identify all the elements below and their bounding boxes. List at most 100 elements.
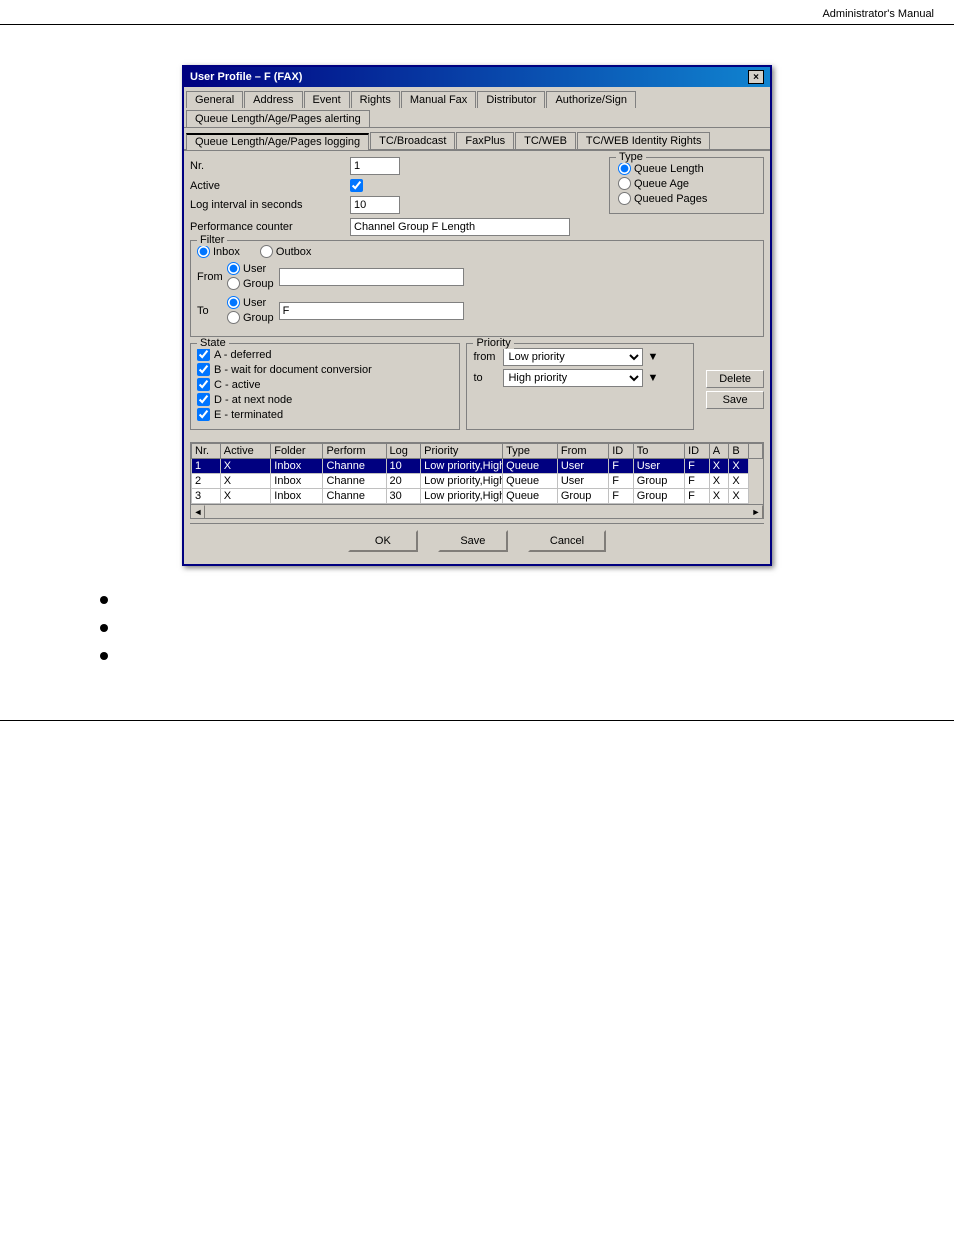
type-queued-pages-radio[interactable] bbox=[618, 192, 631, 205]
tab-general[interactable]: General bbox=[186, 91, 243, 108]
state-d-checkbox[interactable] bbox=[197, 393, 210, 406]
page-footer bbox=[0, 720, 954, 721]
from-group-radio[interactable] bbox=[227, 277, 240, 290]
type-queue-age-radio[interactable] bbox=[618, 177, 631, 190]
priority-title: Priority bbox=[473, 337, 513, 349]
cell-priority: Low priority,High bbox=[421, 489, 503, 504]
action-buttons: Delete Save bbox=[700, 343, 764, 436]
cancel-button[interactable]: Cancel bbox=[528, 530, 606, 552]
table-scrollbar-h[interactable]: ◄ ► bbox=[191, 504, 763, 518]
state-e-checkbox[interactable] bbox=[197, 408, 210, 421]
from-group-row: Group bbox=[227, 277, 274, 290]
priority-from-row: from Low priority Medium priority High p… bbox=[473, 348, 687, 366]
cell-a: X bbox=[709, 474, 729, 489]
tab-rights[interactable]: Rights bbox=[351, 91, 400, 108]
tab-queue-logging[interactable]: Queue Length/Age/Pages logging bbox=[186, 133, 369, 150]
table-row[interactable]: 1 X Inbox Channe 10 Low priority,High Qu… bbox=[192, 459, 763, 474]
ok-button[interactable]: OK bbox=[348, 530, 418, 552]
active-checkbox[interactable] bbox=[350, 179, 363, 192]
dialog-body: Nr. Active Log interval in seconds Perfo… bbox=[184, 151, 770, 564]
type-queue-length-label: Queue Length bbox=[634, 163, 704, 175]
from-user-radio[interactable] bbox=[227, 262, 240, 275]
type-queue-length-radio[interactable] bbox=[618, 162, 631, 175]
bullet-dot-2 bbox=[100, 624, 108, 632]
tab-tcweb[interactable]: TC/WEB bbox=[515, 132, 576, 149]
scroll-left-btn[interactable]: ◄ bbox=[191, 505, 205, 519]
inbox-radio[interactable] bbox=[197, 245, 210, 258]
page-header: Administrator's Manual bbox=[0, 0, 954, 25]
state-d-row: D - at next node bbox=[197, 393, 453, 406]
priority-to-select[interactable]: Low priority Medium priority High priori… bbox=[503, 369, 643, 387]
cell-type: Queue bbox=[503, 474, 558, 489]
table-scroll[interactable]: Nr. Active Folder Perform Log Priority T… bbox=[191, 443, 763, 504]
nr-label: Nr. bbox=[190, 160, 350, 172]
state-c-checkbox[interactable] bbox=[197, 378, 210, 391]
state-b-checkbox[interactable] bbox=[197, 363, 210, 376]
from-user-row: User bbox=[227, 262, 274, 275]
priority-from-select[interactable]: Low priority Medium priority High priori… bbox=[503, 348, 643, 366]
from-row: From User Group bbox=[197, 262, 757, 292]
tab-row-1: General Address Event Rights Manual Fax … bbox=[184, 87, 770, 128]
tab-event[interactable]: Event bbox=[304, 91, 350, 108]
tab-tcweb-identity[interactable]: TC/WEB Identity Rights bbox=[577, 132, 711, 149]
cell-id-to: F bbox=[685, 489, 710, 504]
to-group-label: Group bbox=[243, 312, 274, 324]
delete-button[interactable]: Delete bbox=[706, 370, 764, 388]
table-row[interactable]: 2 X Inbox Channe 20 Low priority,High Qu… bbox=[192, 474, 763, 489]
table-row[interactable]: 3 X Inbox Channe 30 Low priority,High Qu… bbox=[192, 489, 763, 504]
cell-to: Group bbox=[633, 489, 684, 504]
cell-type: Queue bbox=[503, 459, 558, 474]
col-id-to: ID bbox=[685, 444, 710, 459]
to-user-label: User bbox=[243, 297, 266, 309]
save-right-button[interactable]: Save bbox=[706, 391, 764, 409]
to-value-input[interactable] bbox=[279, 302, 464, 320]
nr-input[interactable] bbox=[350, 157, 400, 175]
tab-authorize-sign[interactable]: Authorize/Sign bbox=[546, 91, 636, 108]
priority-to-row: to Low priority Medium priority High pri… bbox=[473, 369, 687, 387]
state-c-label: C - active bbox=[214, 379, 260, 391]
dialog-close-button[interactable]: × bbox=[748, 70, 764, 84]
cell-id-from: F bbox=[609, 489, 634, 504]
tab-manual-fax[interactable]: Manual Fax bbox=[401, 91, 476, 108]
cell-nr: 3 bbox=[192, 489, 221, 504]
type-group-title: Type bbox=[616, 151, 646, 163]
from-radios: User Group bbox=[227, 262, 274, 292]
to-user-row: User bbox=[227, 296, 274, 309]
state-a-row: A - deferred bbox=[197, 348, 453, 361]
cell-b: X bbox=[729, 474, 749, 489]
outbox-radio[interactable] bbox=[260, 245, 273, 258]
state-title: State bbox=[197, 337, 229, 349]
state-a-checkbox[interactable] bbox=[197, 348, 210, 361]
state-priority-row: State A - deferred B - wait for document… bbox=[190, 343, 764, 436]
log-interval-input[interactable] bbox=[350, 196, 400, 214]
performance-counter-input[interactable] bbox=[350, 218, 570, 236]
to-group-radio[interactable] bbox=[227, 311, 240, 324]
tab-faxplus[interactable]: FaxPlus bbox=[456, 132, 514, 149]
col-active: Active bbox=[220, 444, 271, 459]
tab-row-2: Queue Length/Age/Pages logging TC/Broadc… bbox=[184, 128, 770, 151]
cell-active: X bbox=[220, 474, 271, 489]
save-button[interactable]: Save bbox=[438, 530, 508, 552]
to-group-row: Group bbox=[227, 311, 274, 324]
type-queued-pages-row: Queued Pages bbox=[618, 192, 755, 205]
dialog-titlebar: User Profile – F (FAX) × bbox=[184, 67, 770, 87]
state-a-label: A - deferred bbox=[214, 349, 271, 361]
from-value-input[interactable] bbox=[279, 268, 464, 286]
tab-queue-alerting[interactable]: Queue Length/Age/Pages alerting bbox=[186, 110, 370, 127]
to-user-radio[interactable] bbox=[227, 296, 240, 309]
tab-address[interactable]: Address bbox=[244, 91, 302, 108]
state-b-row: B - wait for document conversior bbox=[197, 363, 453, 376]
col-b: B bbox=[729, 444, 749, 459]
cell-folder: Inbox bbox=[271, 459, 323, 474]
col-type: Type bbox=[503, 444, 558, 459]
scroll-right-btn[interactable]: ► bbox=[749, 505, 763, 519]
cell-from: Group bbox=[557, 489, 608, 504]
performance-counter-row: Performance counter bbox=[190, 218, 764, 236]
data-table: Nr. Active Folder Perform Log Priority T… bbox=[191, 443, 763, 504]
bullet-dot-3 bbox=[100, 652, 108, 660]
tab-tc-broadcast[interactable]: TC/Broadcast bbox=[370, 132, 455, 149]
cell-to: Group bbox=[633, 474, 684, 489]
cell-from: User bbox=[557, 459, 608, 474]
scroll-track bbox=[205, 505, 749, 518]
tab-distributor[interactable]: Distributor bbox=[477, 91, 545, 108]
